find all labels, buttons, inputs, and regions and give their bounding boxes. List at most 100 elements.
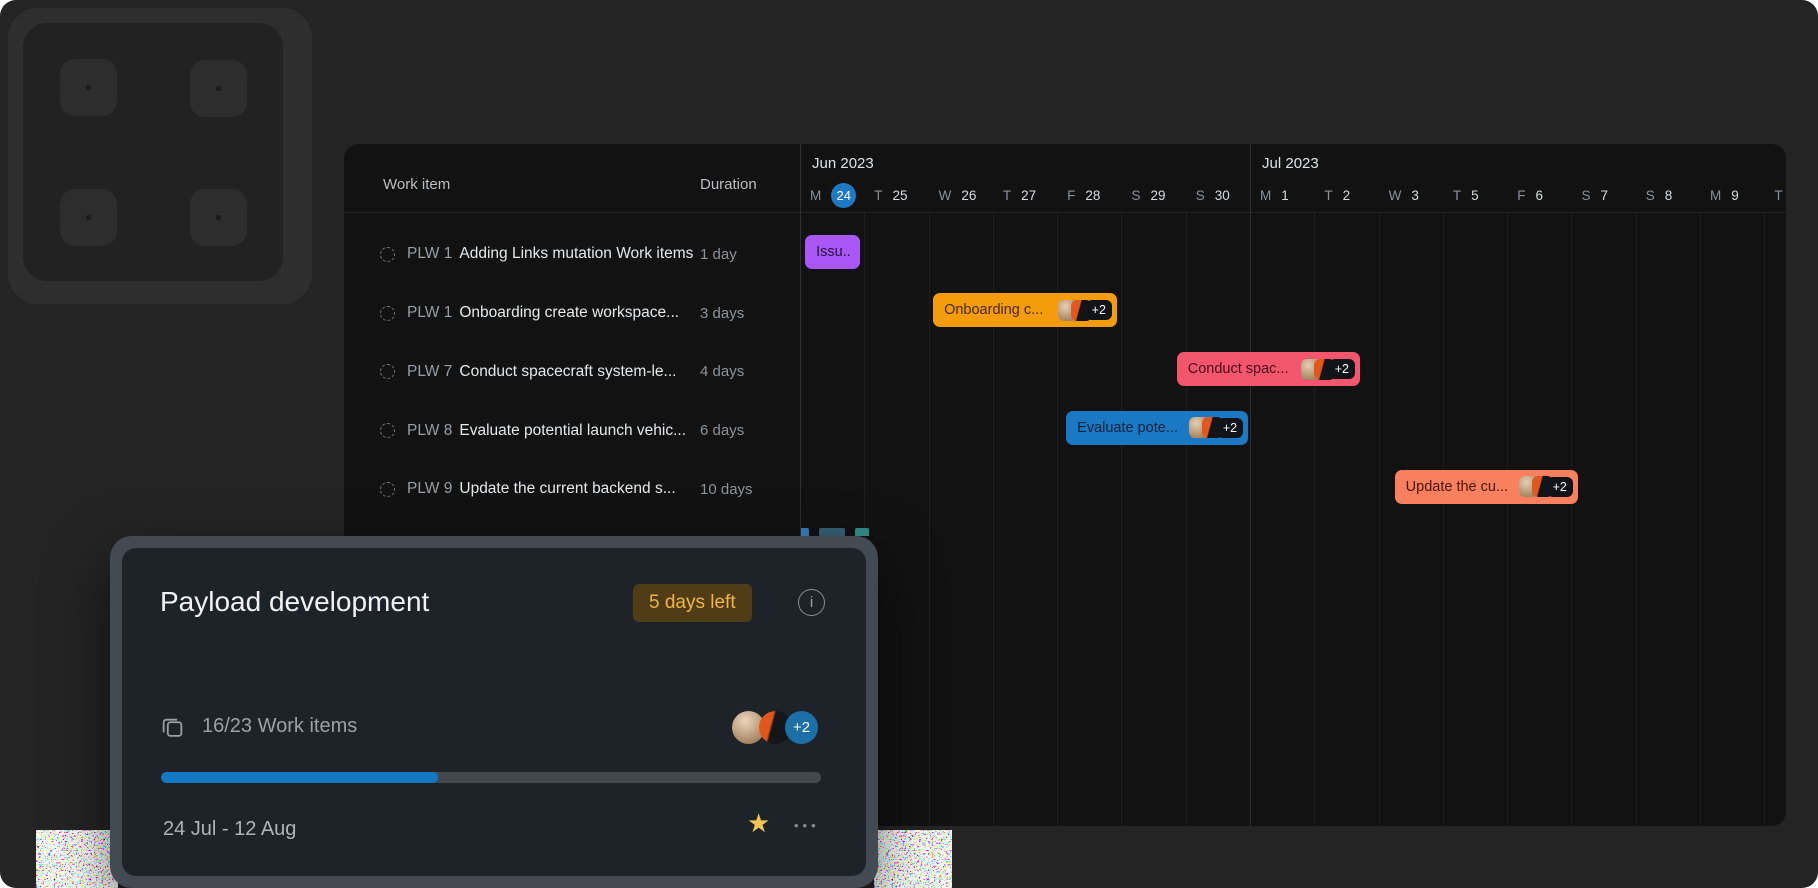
day-label: S7 bbox=[1571, 182, 1635, 208]
gantt-bar-label: Evaluate pote... bbox=[1077, 420, 1185, 436]
day-gridline bbox=[1314, 212, 1315, 826]
work-item-id: PLW 9 bbox=[407, 480, 452, 498]
clipped-row bbox=[800, 522, 1100, 536]
module-card-body: Payload development 5 days left i 16/23 … bbox=[122, 548, 866, 876]
day-label: W3 bbox=[1379, 182, 1443, 208]
work-item-row[interactable]: PLW 8 Evaluate potential launch vehic... 6… bbox=[344, 401, 800, 460]
app-background: Work item Duration Jun 2023M24T25W26T27F… bbox=[0, 0, 1818, 888]
work-item-row[interactable]: PLW 7Conduct spacecraft system-le...4 da… bbox=[344, 343, 800, 402]
day-number: 2 bbox=[1343, 188, 1351, 203]
gantt-bar[interactable]: Onboarding c... +2 bbox=[933, 293, 1117, 327]
day-gridline bbox=[1571, 212, 1572, 826]
day-of-week: S bbox=[1646, 188, 1655, 203]
day-label: S8 bbox=[1636, 182, 1700, 208]
day-label: W26 bbox=[929, 182, 993, 208]
day-number: 28 bbox=[1085, 188, 1100, 203]
day-of-week: S bbox=[1196, 188, 1205, 203]
day-of-week: S bbox=[1581, 188, 1590, 203]
work-item-id: PLW 7 bbox=[407, 363, 452, 381]
gantt-bar-label: Onboarding c... bbox=[944, 302, 1054, 318]
day-of-week: T bbox=[1453, 188, 1461, 203]
column-header-work-item: Work item bbox=[383, 176, 450, 193]
day-label: T25 bbox=[864, 182, 928, 208]
favorite-star-icon[interactable]: ★ bbox=[747, 810, 770, 836]
day-of-week: S bbox=[1131, 188, 1140, 203]
day-gridline bbox=[1507, 212, 1508, 826]
column-header-duration: Duration bbox=[700, 176, 757, 193]
module-card: Payload development 5 days left i 16/23 … bbox=[110, 536, 878, 888]
day-label: T bbox=[1764, 182, 1786, 208]
work-item-id: PLW 8 bbox=[407, 422, 452, 440]
day-of-week: F bbox=[1067, 188, 1075, 203]
assignee-overflow-badge: +2 bbox=[1547, 477, 1573, 497]
info-icon[interactable]: i bbox=[798, 589, 825, 616]
work-item-duration: 3 days bbox=[700, 305, 744, 322]
day-of-week: T bbox=[1324, 188, 1332, 203]
today-marker: 24 bbox=[831, 183, 856, 208]
day-number: 25 bbox=[893, 188, 908, 203]
work-item-row[interactable]: PLW 9Update the current backend s...10 d… bbox=[344, 460, 800, 519]
work-item-row[interactable]: PLW 1 Adding Links mutation Work items 1 d… bbox=[344, 225, 800, 284]
work-item-id: PLW 1 bbox=[407, 245, 452, 263]
work-item-duration: 6 days bbox=[700, 422, 744, 439]
day-label: F 28 bbox=[1057, 182, 1121, 208]
work-items-stack-icon bbox=[160, 715, 185, 740]
gantt-bar[interactable]: Evaluate pote... +2 bbox=[1066, 411, 1248, 445]
work-item-title: Update the current backend s... bbox=[459, 480, 675, 498]
assignee-overflow-badge: +2 bbox=[1217, 418, 1243, 438]
progress-bar bbox=[161, 772, 821, 783]
day-label: F6 bbox=[1507, 182, 1571, 208]
assignee-cluster: +2 bbox=[1058, 300, 1112, 321]
gantt-bar[interactable]: Issu.. bbox=[805, 235, 860, 269]
work-item-title: Onboarding create workspace... bbox=[459, 304, 679, 322]
gantt-bar[interactable]: Conduct spac...+2 bbox=[1177, 352, 1360, 386]
work-item-title: Evaluate potential launch vehic... bbox=[459, 422, 686, 440]
month-label: Jun 2023 bbox=[812, 155, 874, 172]
day-of-week: T bbox=[1774, 188, 1782, 203]
day-of-week: M bbox=[1260, 188, 1271, 203]
work-item-duration: 1 day bbox=[700, 246, 737, 263]
day-gridline bbox=[1636, 212, 1637, 826]
month-gridline bbox=[1250, 144, 1251, 826]
work-item-row[interactable]: PLW 1 Onboarding create workspace... 3 day… bbox=[344, 284, 800, 343]
day-number: 7 bbox=[1600, 188, 1608, 203]
progress-fill bbox=[161, 772, 438, 783]
work-item-state-icon bbox=[380, 364, 395, 379]
day-label: M9 bbox=[1700, 182, 1764, 208]
day-number: 9 bbox=[1731, 188, 1739, 203]
day-number: 8 bbox=[1665, 188, 1673, 203]
day-of-week: F bbox=[1517, 188, 1525, 203]
day-gridline bbox=[1379, 212, 1380, 826]
assignee-cluster: +2 bbox=[1519, 476, 1573, 497]
work-item-title: Adding Links mutation Work items bbox=[459, 245, 693, 263]
day-number: 30 bbox=[1215, 188, 1230, 203]
work-item-state-icon bbox=[380, 306, 395, 321]
day-label: S29 bbox=[1121, 182, 1185, 208]
module-title: Payload development bbox=[160, 586, 429, 618]
work-item-id: PLW 1 bbox=[407, 304, 452, 322]
noise-artifact bbox=[874, 830, 952, 888]
day-of-week: M bbox=[810, 188, 821, 203]
assignee-overflow-badge[interactable]: +2 bbox=[785, 711, 818, 744]
day-gridline bbox=[1121, 212, 1122, 826]
more-options-icon[interactable]: ••• bbox=[794, 818, 820, 833]
work-items-count: 16/23 Work items bbox=[202, 715, 357, 738]
work-item-state-icon bbox=[380, 423, 395, 438]
day-label: M 24 bbox=[800, 182, 864, 208]
day-number: 26 bbox=[961, 188, 976, 203]
assignee-cluster: +2 bbox=[1189, 417, 1243, 438]
day-of-week: M bbox=[1710, 188, 1721, 203]
day-gridline bbox=[929, 212, 930, 826]
gantt-bar-label: Update the cu... bbox=[1406, 479, 1515, 495]
day-number: 6 bbox=[1535, 188, 1543, 203]
widget-tile-icon bbox=[60, 189, 117, 246]
day-number: 5 bbox=[1471, 188, 1479, 203]
widget-preview-inner bbox=[23, 23, 283, 281]
widget-tile-icon bbox=[190, 189, 247, 246]
assignee-overflow-badge: +2 bbox=[1329, 359, 1355, 379]
gantt-bar[interactable]: Update the cu... +2 bbox=[1395, 470, 1578, 504]
gantt-bar-label: Issu.. bbox=[816, 244, 855, 260]
day-label: T27 bbox=[993, 182, 1057, 208]
work-item-state-icon bbox=[380, 482, 395, 497]
assignee-overflow-badge: +2 bbox=[1086, 300, 1112, 320]
